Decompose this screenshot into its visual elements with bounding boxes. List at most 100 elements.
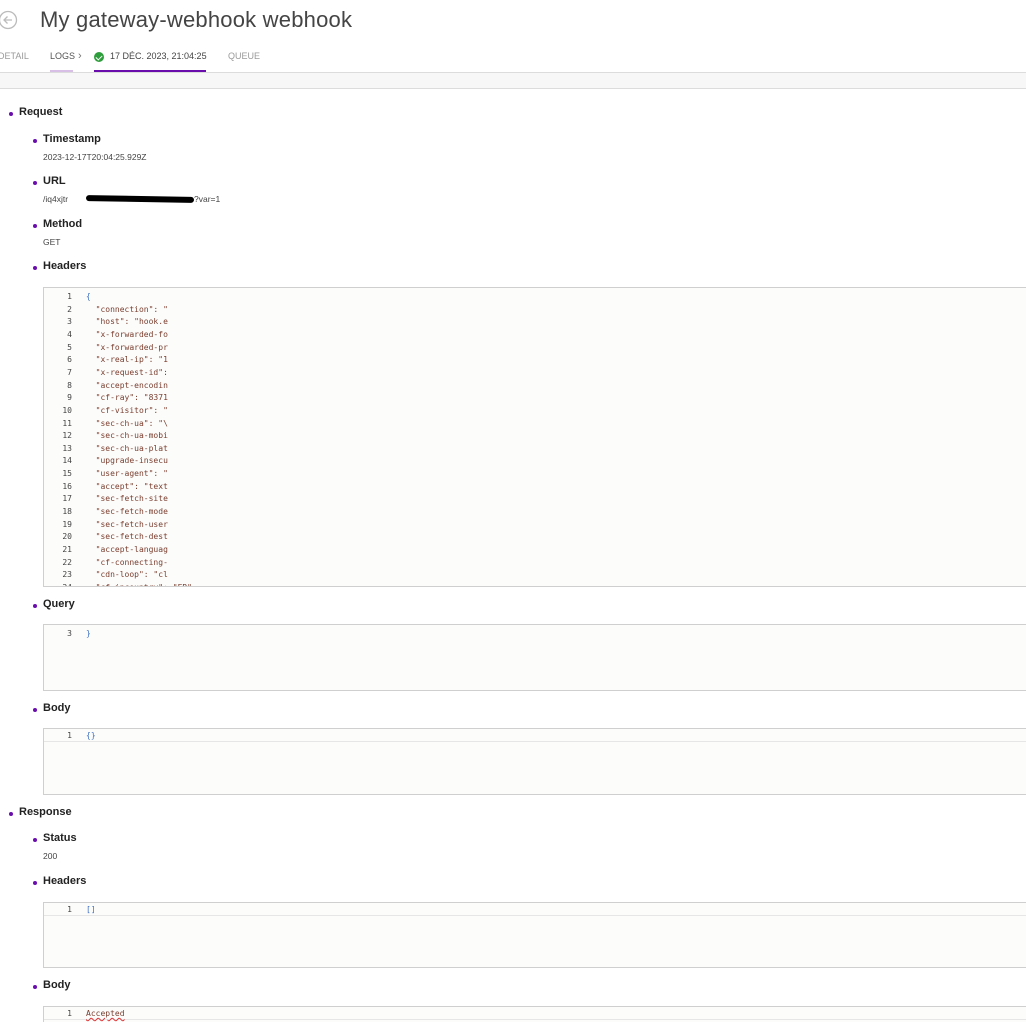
code-text: "accept-encodin <box>86 380 168 390</box>
success-check-icon <box>94 52 104 62</box>
code-line: 17 "sec-fetch-site <box>44 492 1026 505</box>
code-line: 23 "cdn-loop": "cl <box>44 568 1026 581</box>
bullet <box>33 838 37 842</box>
code-text: "x-forwarded-pr <box>86 342 168 352</box>
code-line: 10 "cf-visitor": " <box>44 404 1026 417</box>
bullet <box>33 881 37 885</box>
back-arrow-icon[interactable] <box>0 10 18 30</box>
line-number: 24 <box>44 581 72 586</box>
status-label: Status <box>43 832 77 844</box>
code-line: 1 [] <box>44 903 1026 916</box>
line-number: 21 <box>62 545 72 554</box>
line-number: 8 <box>67 380 72 390</box>
line-number: 13 <box>62 443 72 453</box>
tab-logs-label: LOGS <box>50 51 76 61</box>
code-text: "accept": "text <box>86 481 168 491</box>
tab-bar: DETAIL LOGS › 17 DÉC. 2023, 21:04:25 QUE… <box>0 48 1026 73</box>
code-line: 1 Accepted <box>44 1007 1026 1020</box>
code-text: "x-real-ip": "1 <box>86 355 168 365</box>
tab-queue[interactable]: QUEUE <box>228 48 260 73</box>
code-line: 3 } <box>44 627 1026 640</box>
bullet <box>9 112 13 116</box>
url-value-end: ?var=1 <box>194 194 221 204</box>
code-text: "accept-languag <box>86 545 168 554</box>
code-text: "sec-ch-ua-plat <box>86 443 168 453</box>
line-number: 5 <box>67 342 72 352</box>
line-number: 3 <box>67 317 72 327</box>
page-title: My gateway-webhook webhook <box>40 7 353 32</box>
bullet <box>33 266 37 270</box>
line-number: 7 <box>67 367 72 377</box>
timestamp-label: Timestamp <box>43 133 101 145</box>
line-number: 14 <box>62 456 72 466</box>
bullet <box>33 985 37 989</box>
code-line: 18 "sec-fetch-mode <box>44 505 1026 518</box>
code-line: 5 "x-forwarded-pr <box>44 341 1026 354</box>
code-line: 8 "accept-encodin <box>44 379 1026 392</box>
redaction-mark <box>85 195 195 203</box>
response-headers-editor[interactable]: 1 [] <box>43 902 1026 968</box>
line-number: 23 <box>62 570 72 580</box>
code-line: 1 {} <box>44 729 1026 742</box>
line-number: 1 <box>67 731 72 740</box>
code-text: "sec-fetch-dest <box>86 532 168 542</box>
bullet <box>33 708 37 712</box>
tab-detail[interactable]: DETAIL <box>0 48 29 73</box>
toolbar-band <box>0 73 1026 88</box>
code-line: 15 "user-agent": " <box>44 467 1026 480</box>
divider <box>0 88 1026 89</box>
tab-log-entry[interactable]: 17 DÉC. 2023, 21:04:25 <box>94 48 207 73</box>
body-label: Body <box>43 702 71 714</box>
line-number: 10 <box>62 405 72 415</box>
bullet <box>33 224 37 228</box>
request-headers-editor[interactable]: 1{2 "connection": " 3 "host": "hook.e 4 "x… <box>43 287 1026 587</box>
code-text: "x-forwarded-fo <box>86 329 168 339</box>
code-text: "sec-fetch-mode <box>86 507 168 517</box>
code-text: } <box>86 629 91 638</box>
tab-logs[interactable]: LOGS <box>50 48 75 73</box>
code-line: 4 "x-forwarded-fo <box>44 328 1026 341</box>
tab-log-entry-label: 17 DÉC. 2023, 21:04:25 <box>110 51 207 61</box>
active-line-highlight <box>44 1007 1026 1020</box>
bullet <box>33 139 37 143</box>
code-text: "sec-ch-ua-mobi <box>86 431 168 441</box>
line-number: 18 <box>62 507 72 517</box>
line-number: 11 <box>62 418 72 428</box>
code-text: "cf-connecting- <box>86 557 168 567</box>
code-text: "user-agent": " <box>86 469 168 479</box>
code-line: 20 "sec-fetch-dest <box>44 530 1026 543</box>
request-body-editor[interactable]: 1 {} <box>43 728 1026 795</box>
code-line: 16 "accept": "text <box>44 480 1026 493</box>
bullet <box>33 181 37 185</box>
chevron-right-icon: › <box>78 50 82 62</box>
line-number: 17 <box>62 494 72 504</box>
method-value: GET <box>43 237 61 247</box>
code-text: "x-request-id": <box>86 367 168 377</box>
active-line-highlight <box>44 729 1026 742</box>
line-number: 2 <box>67 304 72 314</box>
line-number: 19 <box>62 519 72 529</box>
request-query-editor[interactable]: 3 } <box>43 624 1026 691</box>
bullet <box>9 812 13 816</box>
headers-label: Headers <box>43 260 87 272</box>
response-body-editor[interactable]: 1 Accepted <box>43 1006 1026 1022</box>
request-heading: Request <box>19 106 63 118</box>
code-line: 1{ <box>44 290 1026 303</box>
code-line: 14 "upgrade-insecu <box>44 454 1026 467</box>
line-number: 9 <box>67 393 72 403</box>
code-text: "cf-ipcountry": "FR" <box>86 581 192 586</box>
active-line-highlight <box>44 903 1026 916</box>
code-line: 12 "sec-ch-ua-mobi <box>44 429 1026 442</box>
line-number: 1 <box>67 292 72 301</box>
code-text: { <box>86 292 91 301</box>
code-line: 24 "cf-ipcountry": "FR" <box>44 581 1026 586</box>
query-label: Query <box>43 598 75 610</box>
code-line: 7 "x-request-id": <box>44 366 1026 379</box>
response-headers-label: Headers <box>43 875 87 887</box>
bullet <box>33 604 37 608</box>
code-line: 21 "accept-languag <box>44 543 1026 556</box>
code-text: "cf-ray": "8371 <box>86 393 168 403</box>
status-value: 200 <box>43 851 58 861</box>
line-number: 16 <box>62 481 72 491</box>
code-text: Accepted <box>86 1009 125 1018</box>
